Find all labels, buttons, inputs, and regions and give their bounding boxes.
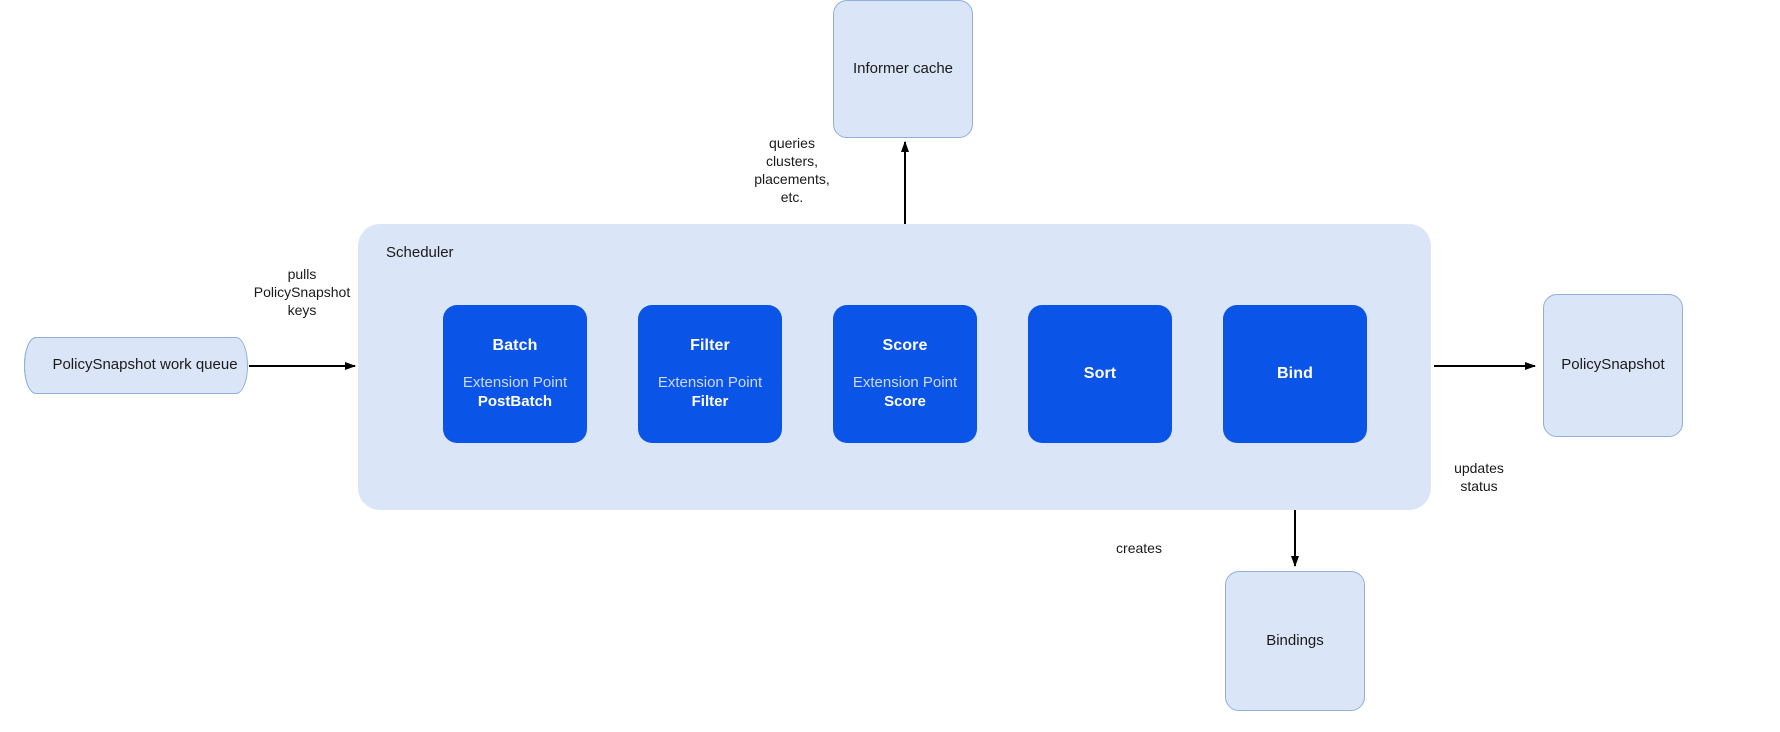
stage-batch-extension-point-name: PostBatch	[477, 393, 553, 410]
bindings-label: Bindings	[1266, 631, 1324, 649]
stage-bind-title: Bind	[1277, 365, 1313, 382]
informer-cache-label: Informer cache	[852, 59, 954, 77]
stage-batch-extension-point-label: Extension Point	[462, 373, 568, 391]
stage-filter-extension-point-label: Extension Point	[657, 373, 763, 391]
stage-score-extension-point-name: Score	[884, 393, 926, 410]
edge-label-queries-clusters: queries clusters, placements, etc.	[754, 135, 830, 205]
stage-sort-title: Sort	[1083, 365, 1117, 382]
stage-bind[interactable]: Bind	[1223, 305, 1367, 443]
stage-filter[interactable]: Filter Extension Point Filter	[638, 305, 782, 443]
diagram-canvas: Scheduler Batch Extension Point PostBatc…	[0, 0, 1780, 732]
informer-cache-node[interactable]: Informer cache	[833, 0, 973, 138]
edge-label-updates-status: updates status	[1454, 460, 1504, 494]
stage-filter-extension-point: Extension Point Filter	[658, 373, 762, 412]
stage-score-title: Score	[882, 336, 928, 354]
stage-score-extension-point-label: Extension Point	[852, 373, 958, 391]
stage-batch[interactable]: Batch Extension Point PostBatch	[443, 305, 587, 443]
policysnapshot-node[interactable]: PolicySnapshot	[1543, 294, 1683, 437]
policysnapshot-work-queue-label: PolicySnapshot work queue	[52, 356, 238, 374]
stage-score[interactable]: Score Extension Point Score	[833, 305, 977, 443]
stage-batch-title: Batch	[492, 336, 538, 354]
stage-batch-extension-point: Extension Point PostBatch	[463, 373, 567, 412]
bindings-node[interactable]: Bindings	[1225, 571, 1365, 711]
policysnapshot-work-queue-node[interactable]: PolicySnapshot work queue	[24, 337, 248, 394]
policysnapshot-label: PolicySnapshot	[1561, 356, 1665, 374]
scheduler-label: Scheduler	[386, 244, 454, 261]
edge-label-pulls-policysnapshot-keys: pulls PolicySnapshot keys	[253, 266, 351, 318]
edge-label-creates: creates	[1116, 540, 1162, 556]
stage-sort[interactable]: Sort	[1028, 305, 1172, 443]
stage-score-extension-point: Extension Point Score	[853, 373, 957, 412]
stage-filter-extension-point-name: Filter	[691, 393, 729, 410]
stage-filter-title: Filter	[690, 336, 730, 354]
